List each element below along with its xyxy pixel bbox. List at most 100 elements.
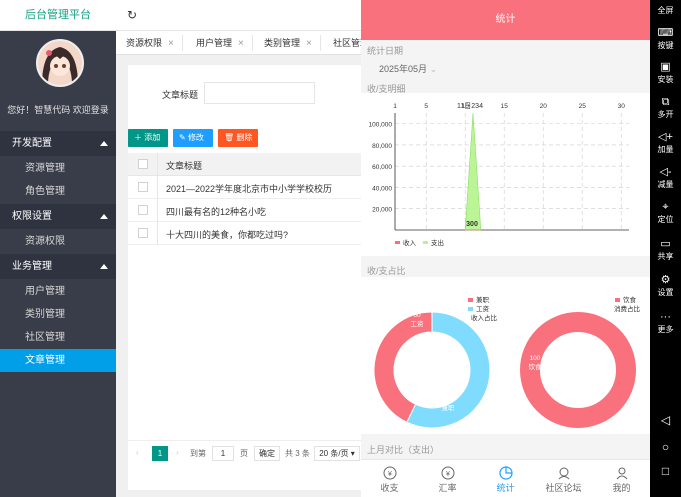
multi-open-button[interactable]: ⧉ 多开 — [650, 96, 681, 120]
slice-name-label: 饮食 — [529, 362, 543, 371]
nav-label: 加量 — [657, 145, 674, 154]
sidebar-group-label: 开发配置 — [12, 138, 52, 149]
delete-button[interactable]: 🗑 删除 — [218, 129, 258, 147]
edit-label: 修改 — [187, 133, 204, 142]
home-icon[interactable]: ○ — [650, 440, 681, 454]
tab-label: 我的 — [612, 483, 631, 493]
row-title: 十大四川的美食，你都吃过吗? — [166, 230, 289, 240]
x-tick-label: 5 — [424, 103, 428, 110]
tab-resource-permission[interactable]: 资源权限 × — [126, 31, 174, 54]
slice-value-label: 45 — [444, 396, 452, 403]
select-all-checkbox[interactable] — [138, 159, 148, 169]
tab-income-expense[interactable]: ¥ 收支 — [361, 460, 418, 497]
tab-mine[interactable]: 我的 — [593, 460, 650, 497]
sidebar-group-dev-config[interactable]: 开发配置 — [0, 131, 116, 156]
share-button[interactable]: ▭ 共享 — [650, 238, 681, 262]
x-tick-label: 30 — [618, 103, 626, 110]
table-row[interactable]: 2021—2022学年度北京市中小学学校校历 — [128, 176, 361, 199]
prev-page-icon[interactable]: ‹ — [136, 448, 139, 457]
sidebar-item-resource-permission[interactable]: 资源权限 — [0, 230, 116, 253]
next-page-icon[interactable]: › — [176, 448, 179, 457]
divider — [252, 35, 253, 51]
tab-label: 汇率 — [438, 483, 457, 493]
add-button[interactable]: ＋ 添加 — [128, 129, 168, 147]
page-current[interactable]: 1 — [152, 446, 168, 461]
tab-category-mgmt[interactable]: 类别管理 × — [264, 31, 312, 54]
location-pin-icon: ⌖ — [662, 201, 669, 213]
row-checkbox[interactable] — [138, 205, 148, 215]
sidebar-item-user-mgmt[interactable]: 用户管理 — [0, 280, 116, 303]
goto-confirm-button[interactable]: 确定 — [254, 446, 280, 461]
sidebar-item-resource-mgmt[interactable]: 资源管理 — [0, 157, 116, 180]
fullscreen-button[interactable]: 全屏 — [650, 5, 681, 16]
y-tick-label: 80,000 — [372, 143, 392, 150]
volume-up-button[interactable]: ◁+ 加量 — [650, 131, 681, 155]
tab-forum[interactable]: 社区论坛 — [535, 460, 592, 497]
more-dots-icon: ··· — [660, 311, 671, 323]
tab-exchange[interactable]: ¥ 汇率 — [419, 460, 476, 497]
month-picker[interactable]: 2025年05月 ⌄ — [379, 62, 437, 75]
tab-community-mgmt[interactable]: 社区管理 — [333, 31, 361, 54]
apk-icon: ▣ — [660, 61, 671, 73]
sidebar-item-community-mgmt[interactable]: 社区管理 — [0, 326, 116, 349]
edit-button[interactable]: ✎ 修改 — [173, 129, 213, 147]
tab-statistics[interactable]: 统计 — [477, 460, 534, 497]
sidebar-group-business[interactable]: 业务管理 — [0, 254, 116, 279]
row-title: 2021—2022学年度北京市中小学学校校历 — [166, 184, 333, 194]
more-button[interactable]: ··· 更多 — [650, 311, 681, 335]
nav-label: 共享 — [657, 252, 674, 261]
pie-charts: 60工资45兼职100饮食兼职工资收入占比饮食消费占比 — [373, 295, 641, 429]
tab-label: 社区论坛 — [545, 483, 582, 493]
table-row[interactable]: 四川最有名的12种名小吃 — [128, 199, 361, 222]
tab-user-mgmt[interactable]: 用户管理 × — [196, 31, 244, 54]
slice-value-label: 100 — [530, 355, 541, 362]
svg-text:¥: ¥ — [446, 471, 450, 478]
search-input[interactable] — [204, 82, 315, 104]
nav-label: 按键 — [657, 41, 674, 50]
income-expense-chart: 20,000 40,000 60,000 80,000 100,000 1 5 10 15 20 2… — [361, 93, 650, 256]
close-icon[interactable]: × — [238, 38, 244, 49]
volume-down-button[interactable]: ◁- 减量 — [650, 166, 681, 190]
device-nav-bar: 全屏 ⌨ 按键 ▣ 安装 ⧉ 多开 ◁+ 加量 ◁- 减量 ⌖ 定位 ▭ 共享 ⚙ 设置 ···… — [650, 0, 681, 497]
close-icon[interactable]: × — [168, 38, 174, 49]
ratio-charts: 60 工资 45 兼职 100 饮食 兼职 工资 收入占比 饮食 消费占比 — [361, 277, 650, 434]
divider — [182, 35, 183, 51]
table-row[interactable]: 十大四川的美食，你都吃过吗? — [128, 222, 361, 245]
legend-label: 兼职 — [476, 295, 490, 304]
chevron-up-icon — [100, 141, 108, 146]
legend-swatch — [395, 241, 400, 244]
goto-page-input[interactable]: 1 — [212, 446, 234, 461]
close-icon[interactable]: × — [306, 38, 312, 49]
legend-label: 饮食 — [623, 295, 637, 304]
location-button[interactable]: ⌖ 定位 — [650, 201, 681, 225]
row-checkbox[interactable] — [138, 228, 148, 238]
top-bar: ↻ — [116, 0, 361, 31]
keys-button[interactable]: ⌨ 按键 — [650, 27, 681, 51]
volume-down-icon: ◁- — [659, 166, 672, 178]
row-checkbox[interactable] — [138, 182, 148, 192]
nav-label: 设置 — [657, 288, 674, 297]
series-area-支出 — [464, 112, 482, 231]
sidebar-item-role-mgmt[interactable]: 角色管理 — [0, 180, 116, 203]
settings-button[interactable]: ⚙ 设置 — [650, 274, 681, 298]
page-size-select[interactable]: 20 条/页 ▾ — [314, 446, 360, 461]
tab-label: 社区管理 — [333, 38, 361, 48]
y-tick-label: 60,000 — [372, 164, 392, 171]
refresh-icon[interactable]: ↻ — [127, 8, 137, 22]
pie-slice-兼职 — [373, 311, 433, 423]
sidebar-item-article-mgmt[interactable]: 文章管理 — [0, 349, 116, 372]
pagination: ‹ 1 › 到第 1 页 确定 共 3 条 20 条/页 ▾ — [128, 440, 361, 464]
avatar[interactable] — [36, 39, 84, 87]
recents-icon[interactable]: □ — [650, 464, 681, 478]
sidebar-group-permissions[interactable]: 权限设置 — [0, 204, 116, 229]
divider — [320, 35, 321, 51]
folder-icon: ▭ — [660, 238, 671, 250]
sidebar-item-category-mgmt[interactable]: 类别管理 — [0, 303, 116, 326]
tab-label: 类别管理 — [264, 38, 301, 48]
total-count: 共 3 条 — [285, 449, 310, 458]
wallet-icon: ¥ — [383, 466, 396, 480]
install-button[interactable]: ▣ 安装 — [650, 61, 681, 85]
back-icon[interactable]: ◁ — [650, 413, 681, 427]
search-label: 文章标题 — [162, 90, 199, 100]
nav-label: 定位 — [657, 215, 674, 224]
